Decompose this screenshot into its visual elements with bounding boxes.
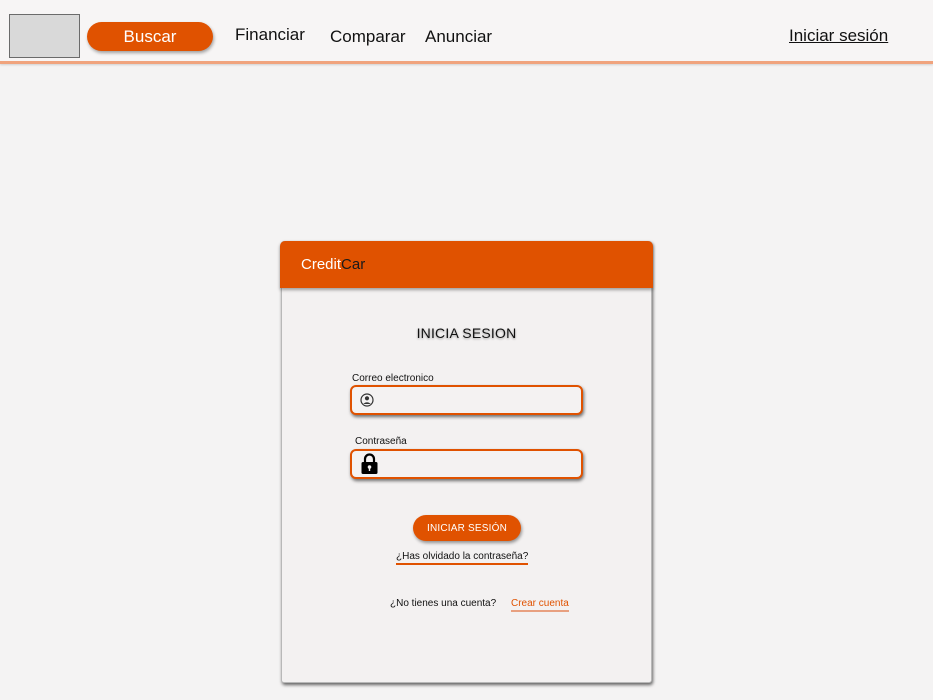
email-label: Correo electronico [352, 373, 434, 384]
search-button[interactable]: Buscar [87, 22, 213, 51]
logo-placeholder[interactable] [9, 14, 80, 58]
login-title: INICIA SESION [416, 325, 517, 341]
top-navigation-bar: Buscar Financiar Comparar Anunciar Inici… [0, 0, 933, 64]
lock-icon [361, 453, 378, 474]
login-button[interactable]: INICIAR SESIÓN [413, 515, 521, 541]
brand-name: CreditCar [301, 256, 365, 273]
email-input[interactable] [382, 389, 577, 411]
nav-link-financiar[interactable]: Financiar [235, 25, 305, 45]
user-circle-icon [360, 393, 374, 407]
password-label: Contraseña [355, 436, 407, 447]
login-card: CreditCar INICIA SESION Correo electroni… [280, 241, 653, 683]
nav-login-link[interactable]: Iniciar sesión [789, 26, 888, 46]
no-account-text: ¿No tienes una cuenta? [390, 598, 497, 609]
forgot-password-link[interactable]: ¿Has olvidado la contraseña? [396, 551, 529, 565]
email-field[interactable] [350, 385, 583, 415]
nav-link-comparar[interactable]: Comparar [330, 27, 406, 47]
brand-part-car: Car [341, 256, 366, 273]
password-input[interactable] [382, 453, 577, 475]
brand-part-credit: Credit [301, 256, 342, 273]
create-account-link[interactable]: Crear cuenta [511, 598, 569, 612]
password-field[interactable] [350, 449, 583, 479]
card-header: CreditCar [280, 241, 653, 288]
nav-link-anunciar[interactable]: Anunciar [425, 27, 492, 47]
